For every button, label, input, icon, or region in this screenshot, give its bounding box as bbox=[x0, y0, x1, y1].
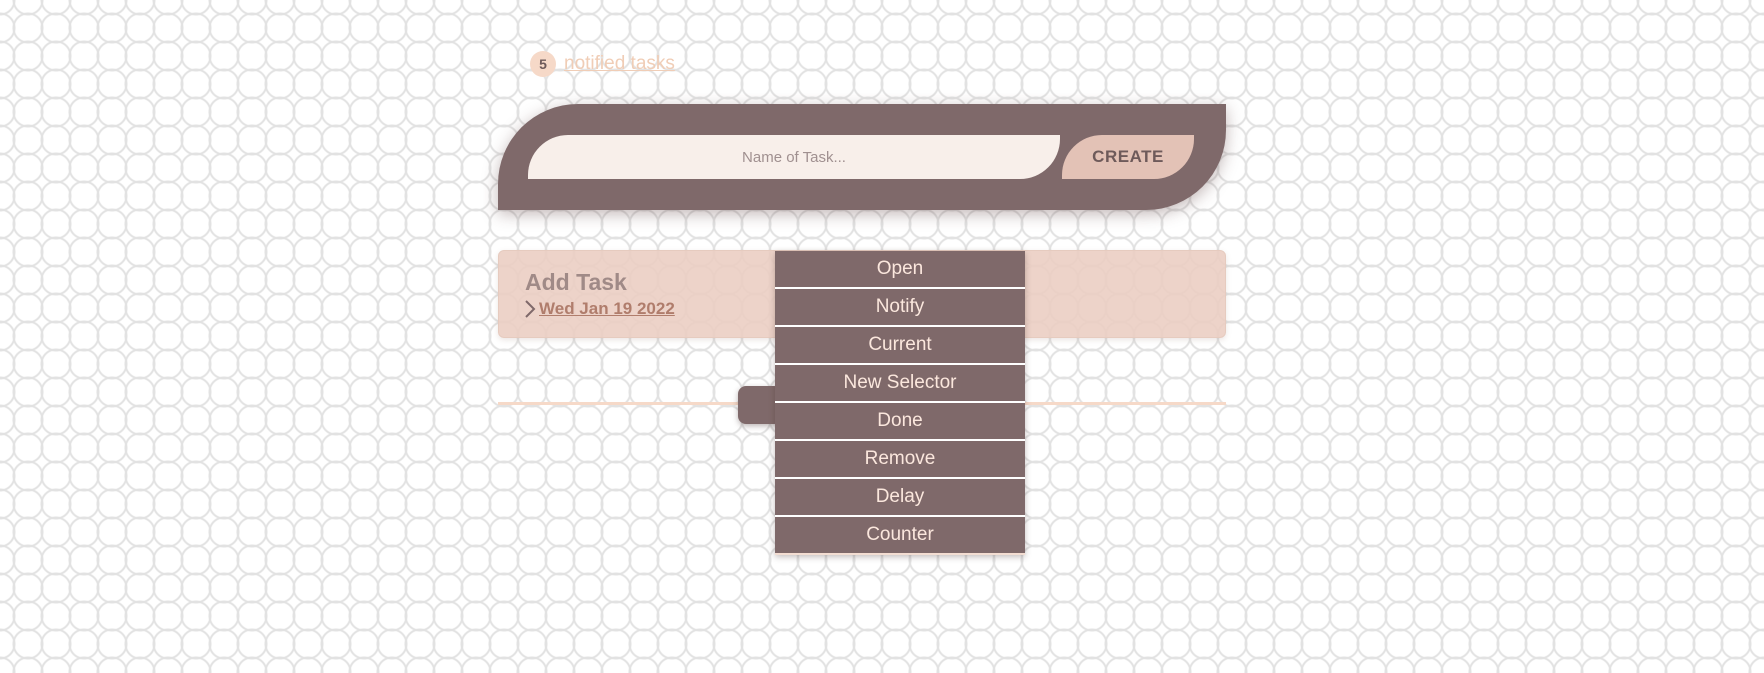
task-title: Add Task bbox=[525, 269, 627, 295]
menu-item-current[interactable]: Current bbox=[775, 327, 1025, 365]
menu-item-remove[interactable]: Remove bbox=[775, 441, 1025, 479]
notified-tasks: 5 notified tasks bbox=[530, 50, 675, 78]
menu-item-open[interactable]: Open bbox=[775, 251, 1025, 289]
menu-item-delay[interactable]: Delay bbox=[775, 479, 1025, 517]
task-context-menu: Open Notify Current New Selector Done Re… bbox=[775, 251, 1025, 555]
task-date-row: Wed Jan 19 2022 bbox=[523, 299, 675, 319]
menu-item-new-selector[interactable]: New Selector bbox=[775, 365, 1025, 403]
create-task-bar: CREATE bbox=[498, 104, 1226, 210]
menu-item-done[interactable]: Done bbox=[775, 403, 1025, 441]
notified-count-badge: 5 bbox=[530, 51, 556, 77]
create-button[interactable]: CREATE bbox=[1062, 135, 1194, 179]
task-name-input[interactable] bbox=[528, 135, 1060, 179]
menu-item-counter[interactable]: Counter bbox=[775, 517, 1025, 555]
task-date-link[interactable]: Wed Jan 19 2022 bbox=[539, 299, 675, 319]
menu-item-notify[interactable]: Notify bbox=[775, 289, 1025, 327]
chevron-right-icon[interactable] bbox=[523, 299, 537, 319]
notified-tasks-link[interactable]: notified tasks bbox=[564, 53, 675, 75]
